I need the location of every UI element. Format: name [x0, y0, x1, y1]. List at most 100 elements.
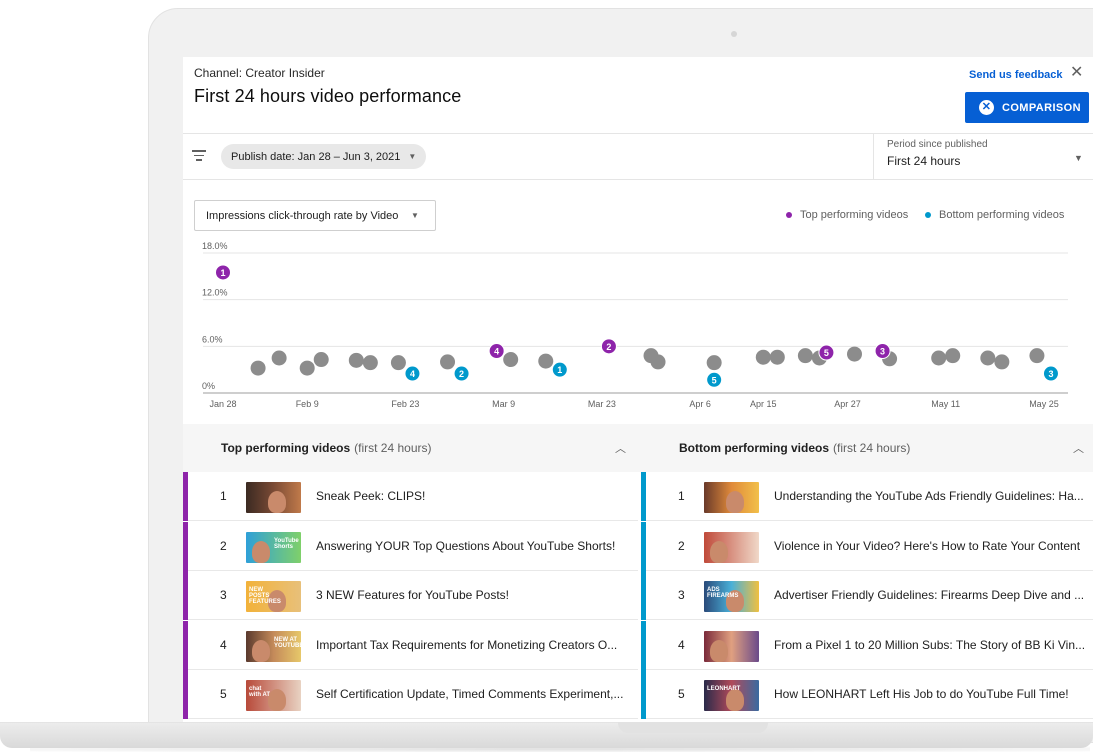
video-title-link[interactable]: Advertiser Friendly Guidelines: Firearms…: [774, 588, 1092, 602]
video-thumbnail[interactable]: [246, 482, 301, 513]
top-performing-point-label: 4: [494, 347, 499, 357]
chevron-up-icon[interactable]: ︿: [1073, 440, 1084, 456]
table-row[interactable]: 5 LEONHART How LEONHART Left His Job to do…: [641, 670, 1093, 719]
table-row[interactable]: 4 From a Pixel 1 to 20 Million Subs: The …: [641, 620, 1093, 670]
video-title-link[interactable]: How LEONHART Left His Job to do YouTube …: [774, 687, 1092, 701]
ctr-scatter-chart: 18.0% 12.0% 6.0% 0% Jan 28 Feb 9 Feb 23 Mar 9 Ma…: [202, 241, 1068, 409]
top-performing-point-label: 3: [880, 347, 885, 357]
top-table-subtitle: (first 24 hours): [354, 441, 432, 455]
table-row[interactable]: 3 ADS FIREARMS Advertiser Friendly Guideli…: [641, 571, 1093, 620]
x-tick-label: Jan 28: [209, 399, 236, 409]
video-thumbnail[interactable]: chat with AT: [246, 680, 301, 711]
thumbnail-face: [268, 491, 286, 513]
y-tick-label: 12.0%: [202, 288, 228, 298]
top-table-header: Top performing videos (first 24 hours) ︿: [183, 424, 641, 472]
thumbnail-face: [710, 639, 728, 662]
channel-label: Channel: Creator Insider: [194, 66, 325, 80]
send-feedback-link[interactable]: Send us feedback: [969, 69, 1063, 81]
caret-down-icon: ▼: [408, 152, 417, 161]
video-title-link[interactable]: Answering YOUR Top Questions About YouTu…: [316, 539, 631, 553]
close-icon[interactable]: ✕: [1070, 65, 1083, 81]
table-row[interactable]: 3 NEW POSTS FEATURES 3 NEW Features for Yo…: [183, 571, 638, 620]
video-thumbnail[interactable]: [704, 630, 759, 662]
x-tick-label: May 11: [931, 399, 960, 409]
filter-divider: [183, 179, 1093, 180]
data-point: [313, 352, 329, 368]
top-performing-point-label: 5: [824, 348, 829, 358]
table-row[interactable]: 2 YouTube Shorts Answering YOUR Top Questi…: [183, 521, 638, 571]
data-point: [440, 354, 456, 370]
data-point: [348, 352, 364, 368]
video-thumbnail[interactable]: NEW AT YOUTUBE: [246, 630, 301, 662]
data-point: [769, 349, 785, 365]
thumbnail-face: [252, 540, 270, 563]
table-row[interactable]: 5 chat with AT Self Certification Update, …: [183, 670, 638, 719]
video-title-link[interactable]: Sneak Peek: CLIPS!: [316, 489, 631, 503]
legend-top-label: Top performing videos: [800, 209, 909, 221]
bottom-table-header: Bottom performing videos (first 24 hours…: [641, 424, 1093, 472]
data-point: [755, 349, 771, 365]
bottom-performing-point-label: 2: [459, 369, 464, 379]
caret-down-icon[interactable]: ▼: [1074, 153, 1083, 163]
data-point: [931, 350, 947, 366]
video-thumbnail[interactable]: LEONHART: [704, 680, 759, 711]
top-performing-point-label: 2: [606, 342, 611, 352]
video-thumbnail[interactable]: NEW POSTS FEATURES: [246, 581, 301, 612]
data-point: [650, 354, 666, 370]
bottom-performing-point-label: 4: [410, 369, 415, 379]
data-point: [980, 350, 996, 366]
data-point: [1029, 348, 1045, 364]
thumbnail-text: NEW POSTS FEATURES: [249, 587, 281, 605]
filter-icon[interactable]: [192, 150, 206, 164]
video-thumbnail[interactable]: [704, 531, 759, 563]
thumbnail-face: [710, 540, 728, 563]
data-point: [847, 346, 862, 362]
publish-date-filter-chip[interactable]: Publish date: Jan 28 – Jun 3, 2021 ▼: [221, 144, 427, 169]
row-rank: 1: [220, 489, 227, 503]
x-tick-label: Apr 6: [689, 399, 711, 409]
x-tick-label: Apr 15: [750, 399, 777, 409]
bottom-performing-point-label: 3: [1048, 369, 1053, 379]
y-tick-label: 6.0%: [202, 334, 223, 344]
bottom-table-subtitle: (first 24 hours): [833, 441, 911, 455]
period-label: Period since published: [887, 139, 988, 150]
row-rank: 5: [220, 687, 227, 701]
publish-date-label: Publish date: Jan 28 – Jun 3, 2021: [231, 150, 401, 163]
legend-top: Top performing videos: [786, 209, 908, 221]
row-rank: 4: [220, 637, 227, 652]
row-rank: 2: [678, 538, 685, 553]
data-point: [706, 355, 722, 371]
row-color-bar: [183, 521, 188, 571]
table-row[interactable]: 1 Understanding the YouTube Ads Friendly …: [641, 472, 1093, 521]
x-tick-label: May 25: [1029, 399, 1059, 409]
comparison-button[interactable]: ✕ COMPARISON: [965, 92, 1089, 123]
metric-select[interactable]: Impressions click-through rate by Video …: [194, 200, 436, 231]
video-title-link[interactable]: Understanding the YouTube Ads Friendly G…: [774, 489, 1092, 503]
screen: Channel: Creator Insider First 24 hours …: [183, 57, 1093, 722]
video-title-link[interactable]: Important Tax Requirements for Monetizin…: [316, 638, 631, 652]
video-title-link[interactable]: Violence in Your Video? Here's How to Ra…: [774, 539, 1092, 553]
table-row[interactable]: 1 Sneak Peek: CLIPS!: [183, 472, 638, 521]
chevron-up-icon[interactable]: ︿: [615, 440, 626, 456]
data-point: [362, 355, 378, 371]
video-title-link[interactable]: Self Certification Update, Timed Comment…: [316, 687, 631, 701]
video-thumbnail[interactable]: YouTube Shorts: [246, 531, 301, 563]
data-point: [994, 354, 1010, 370]
video-title-link[interactable]: From a Pixel 1 to 20 Million Subs: The S…: [774, 638, 1092, 652]
video-title-link[interactable]: 3 NEW Features for YouTube Posts!: [316, 588, 631, 602]
video-thumbnail[interactable]: ADS FIREARMS: [704, 581, 759, 612]
comparison-button-label: COMPARISON: [1002, 101, 1081, 114]
table-row[interactable]: 4 NEW AT YOUTUBE Important Tax Requirement…: [183, 620, 638, 670]
row-color-bar: [641, 670, 646, 719]
y-tick-label: 0%: [202, 381, 215, 391]
data-point: [271, 350, 287, 366]
table-row[interactable]: 2 Violence in Your Video? Here's How to R…: [641, 521, 1093, 571]
period-divider: [873, 134, 874, 179]
row-rank: 1: [678, 489, 685, 503]
video-thumbnail[interactable]: [704, 482, 759, 513]
period-select[interactable]: First 24 hours: [887, 154, 960, 168]
legend-bottom-label: Bottom performing videos: [939, 209, 1065, 221]
stage: Channel: Creator Insider First 24 hours …: [0, 0, 1093, 753]
data-point: [797, 348, 813, 364]
data-point: [250, 360, 266, 376]
